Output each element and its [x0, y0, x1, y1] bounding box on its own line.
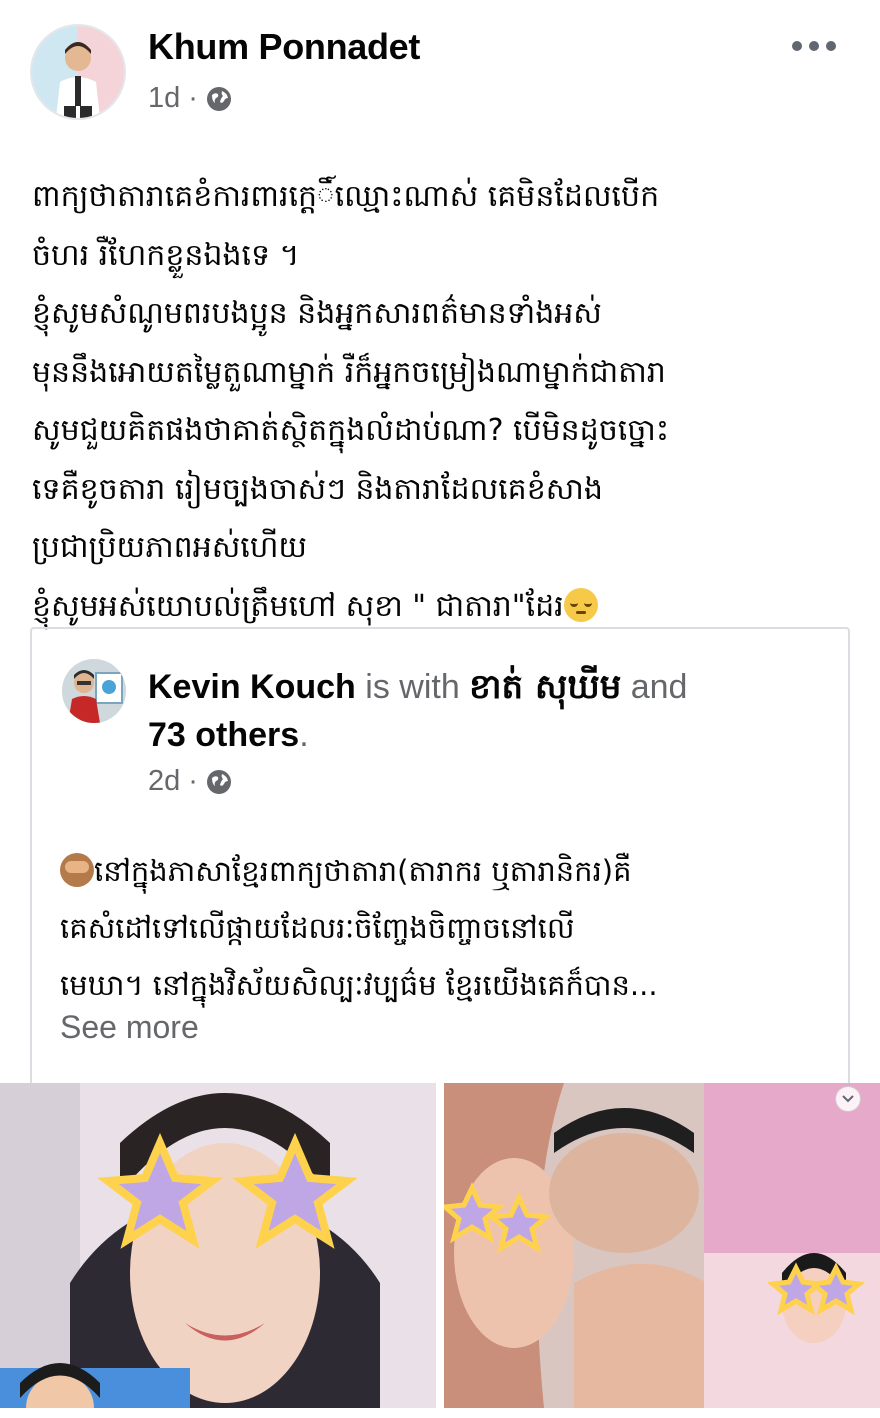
shared-author-line: Kevin Kouch is with ខាត់ សុឃីម and 73 oth… [148, 663, 828, 759]
post-text-line: ខ្ញុំសូមអស់យោបល់ត្រឹមហៅ សុខា " ជាតារា"ដែ… [32, 588, 564, 624]
video-thumbnail-left[interactable] [0, 1083, 436, 1408]
avatar-image [32, 26, 124, 118]
tagged-person[interactable]: ខាត់ សុឃីម [469, 667, 621, 707]
post-text-line: ពាក្យថាតារាគេខំការពារកេ្តិ៍ឈ្មោះណាស់ គេម… [32, 179, 660, 214]
post-author-name[interactable]: Khum Ponnadet [148, 26, 420, 68]
with-text: is with [355, 668, 470, 706]
pensive-face-icon [563, 587, 598, 622]
shared-text-line: នៅក្នុងភាសាខ្មែរពាក្យថាតារា(តារាករ ឬតារា… [94, 854, 632, 888]
shared-timestamp[interactable]: 2d [148, 765, 180, 798]
meta-separator: · [188, 82, 198, 114]
shared-post-card[interactable]: Kevin Kouch is with ខាត់ សុឃីម and 73 oth… [30, 627, 850, 1083]
shared-avatar-image [62, 659, 126, 723]
shared-author-avatar[interactable] [62, 659, 126, 723]
globe-icon[interactable] [206, 769, 232, 795]
meta-separator: · [188, 765, 198, 797]
shared-text-line: គេសំដៅទៅលើផ្កាយដែលរៈចិញ្ចែងចិញ្ចាចនៅលើ [60, 911, 575, 945]
post-text-line: សូមជួយគិតផងថាគាត់ស្ថិតក្នុងលំដាប់ណា? បើម… [32, 413, 670, 448]
post-meta: 1d · [148, 82, 232, 115]
post-header: Khum Ponnadet 1d · [0, 0, 880, 140]
and-text: and [621, 668, 688, 706]
post-text: ពាក្យថាតារាគេខំការពារកេ្តិ៍ឈ្មោះណាស់ គេម… [32, 168, 852, 636]
see-more-link[interactable]: See more [60, 1009, 199, 1046]
shared-text-first-line: នៅក្នុងភាសាខ្មែរពាក្យថាតារា(តារាករ ឬតារា… [60, 843, 840, 900]
chevron-down-icon[interactable] [836, 1087, 860, 1111]
post-text-line: មុននឹងអោយតម្លៃតួណាម្នាក់ រឺក៏អ្នកចម្រៀងណ… [32, 354, 666, 390]
thumbnail-image-left [0, 1083, 436, 1408]
video-thumbnail-right[interactable] [444, 1083, 880, 1408]
thumbnail-image-right [444, 1083, 880, 1408]
see-no-evil-monkey-icon [60, 853, 94, 887]
post-text-line: ខ្ញុំសូមសំណូមពរបងប្អូន និងអ្នកសារពត៌មានទ… [32, 296, 602, 331]
more-horizontal-icon [792, 41, 802, 51]
media-row [0, 1083, 880, 1408]
period: . [299, 716, 309, 754]
shared-author-name[interactable]: Kevin Kouch [148, 668, 356, 706]
shared-post-text: នៅក្នុងភាសាខ្មែរពាក្យថាតារា(តារាករ ឬតារា… [60, 843, 840, 1014]
globe-icon[interactable] [206, 86, 232, 112]
author-avatar[interactable] [32, 26, 124, 118]
shared-text-line: មេឃា។ នៅក្នុងវិស័យសិល្បៈវប្បធ៌ម ខ្មែរយើង… [60, 968, 658, 1002]
more-options-button[interactable] [792, 36, 836, 56]
post-text-line: ទេគឺខូចតារា រៀមច្បងចាស់ៗ និងតារាដែលគេខំស… [32, 471, 603, 507]
tagged-others-link[interactable]: 73 others [148, 716, 299, 754]
post-text-line: ប្រជាប្រិយភាពអស់ហើយ [32, 530, 307, 565]
shared-post-meta: 2d · [148, 765, 232, 798]
post-timestamp[interactable]: 1d [148, 82, 180, 115]
post-text-line: ចំហរ រឺហែកខ្លួនឯងទេ ។ [32, 237, 300, 273]
